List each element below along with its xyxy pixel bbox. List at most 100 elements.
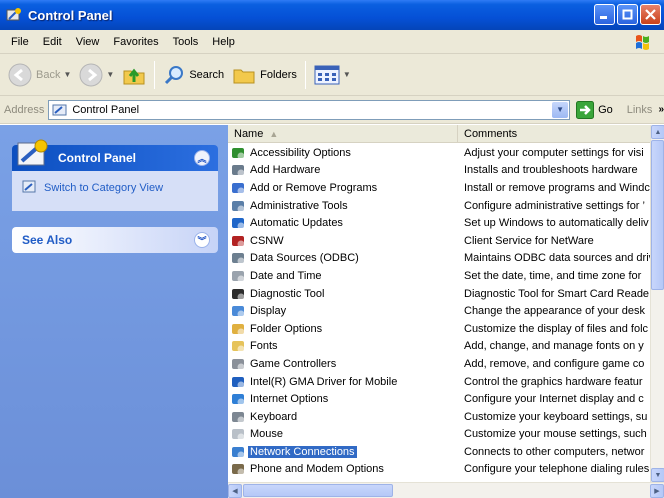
- list-item-comment: Client Service for NetWare: [464, 234, 594, 247]
- network-connections-icon: [232, 446, 245, 459]
- list-item-name-cell[interactable]: Folder Options: [228, 321, 458, 337]
- list-item[interactable]: Folder Options Customize the display of f…: [228, 320, 654, 338]
- vertical-scroll-thumb[interactable]: [651, 140, 664, 290]
- list-item-name-cell[interactable]: Network Connections: [228, 444, 458, 460]
- list-item[interactable]: CSNW Client Service for NetWare: [228, 232, 654, 250]
- list-item[interactable]: Administrative Tools Configure administra…: [228, 197, 654, 215]
- links-more-icon[interactable]: »: [658, 104, 664, 115]
- up-folder-icon: [123, 68, 145, 84]
- scroll-down-icon[interactable]: ▼: [651, 468, 664, 482]
- list-item[interactable]: Data Sources (ODBC) Maintains ODBC data s…: [228, 250, 654, 268]
- column-header-row: Name ▲ Comments: [228, 125, 654, 143]
- vertical-scrollbar[interactable]: ▲ ▼: [650, 125, 664, 482]
- list-item-name-cell[interactable]: Automatic Updates: [228, 215, 458, 231]
- list-item[interactable]: Network Connections Connects to other com…: [228, 443, 654, 461]
- toolbar-separator: [154, 60, 156, 89]
- list-item-name-cell[interactable]: Add Hardware: [228, 162, 458, 178]
- search-button[interactable]: Search: [159, 58, 228, 92]
- list-item-name: Mouse: [250, 428, 284, 441]
- list-item-name-cell[interactable]: Accessibility Options: [228, 145, 458, 161]
- menu-tools[interactable]: Tools: [166, 30, 206, 54]
- list-item-name-cell[interactable]: CSNW: [228, 233, 458, 249]
- list-item[interactable]: Automatic Updates Set up Windows to autom…: [228, 214, 654, 232]
- list-item[interactable]: Display Change the appearance of your des…: [228, 302, 654, 320]
- list-item[interactable]: Date and Time Set the date, time, and tim…: [228, 267, 654, 285]
- menu-help[interactable]: Help: [205, 30, 242, 54]
- search-icon: [165, 65, 184, 84]
- list-item-name-cell[interactable]: Display: [228, 303, 458, 319]
- list-item-name-cell[interactable]: Phone and Modem Options: [228, 461, 458, 477]
- list-item-name: Keyboard: [250, 410, 298, 423]
- list-item[interactable]: Fonts Add, change, and manage fonts on y: [228, 338, 654, 356]
- list-item[interactable]: Add or Remove Programs Install or remove …: [228, 179, 654, 197]
- list-item-name-cell[interactable]: Game Controllers: [228, 356, 458, 372]
- menu-file[interactable]: File: [4, 30, 36, 54]
- list-item[interactable]: Mouse Customize your mouse settings, such: [228, 426, 654, 444]
- menu-favorites[interactable]: Favorites: [106, 30, 165, 54]
- list-item-name-cell[interactable]: Diagnostic Tool: [228, 286, 458, 302]
- close-icon: [645, 9, 656, 20]
- expand-icon[interactable]: ︾: [194, 232, 210, 248]
- list-item[interactable]: Intel(R) GMA Driver for Mobile Control th…: [228, 373, 654, 391]
- forward-button[interactable]: ▼: [75, 58, 118, 92]
- list-item-name-cell[interactable]: Intel(R) GMA Driver for Mobile: [228, 374, 458, 390]
- list-item-name-cell[interactable]: Add or Remove Programs: [228, 180, 458, 196]
- control-panel-large-icon: [17, 139, 48, 166]
- control-panel-task-body: Switch to Category View: [12, 171, 218, 211]
- fonts-icon: [232, 341, 245, 353]
- minimize-button[interactable]: [594, 4, 615, 25]
- links-label[interactable]: Links: [627, 104, 653, 116]
- list-item[interactable]: Accessibility Options Adjust your compute…: [228, 144, 654, 162]
- list-item[interactable]: Phone and Modem Options Configure your te…: [228, 461, 654, 479]
- collapse-icon[interactable]: ︽: [194, 150, 210, 166]
- scroll-right-icon[interactable]: ▶: [650, 484, 664, 498]
- list-item[interactable]: Internet Options Configure your Internet …: [228, 390, 654, 408]
- back-arrow-icon: [8, 63, 32, 86]
- control-panel-task-box: Control Panel ︽ Switch to Category View: [12, 139, 218, 211]
- title-bar[interactable]: Control Panel: [0, 0, 664, 30]
- views-dropdown-icon[interactable]: ▼: [343, 70, 351, 79]
- list-item[interactable]: Diagnostic Tool Diagnostic Tool for Smart…: [228, 285, 654, 303]
- back-button[interactable]: Back ▼: [4, 58, 75, 92]
- list-item[interactable]: Add Hardware Installs and troubleshoots h…: [228, 162, 654, 180]
- folders-icon: [233, 69, 255, 83]
- list-item-name: Internet Options: [250, 393, 329, 406]
- column-header-name[interactable]: Name ▲: [228, 125, 458, 143]
- list-item-name: CSNW: [250, 234, 284, 247]
- switch-to-category-view-link[interactable]: Switch to Category View: [44, 182, 163, 194]
- horizontal-scrollbar[interactable]: ◀ ▶: [228, 482, 664, 498]
- forward-dropdown-icon[interactable]: ▼: [106, 70, 114, 79]
- list-item-name-cell[interactable]: Internet Options: [228, 391, 458, 407]
- list-item-name-cell[interactable]: Administrative Tools: [228, 198, 458, 214]
- control-panel-list: Name ▲ Comments Accessibility Options Adju…: [228, 125, 664, 498]
- list-item-name-cell[interactable]: Mouse: [228, 426, 458, 442]
- horizontal-scroll-thumb[interactable]: [243, 484, 393, 497]
- list-item[interactable]: Keyboard Customize your keyboard settings…: [228, 408, 654, 426]
- column-header-comments-label: Comments: [464, 128, 518, 140]
- list-item-name-cell[interactable]: Date and Time: [228, 268, 458, 284]
- keyboard-icon: [232, 411, 245, 424]
- scroll-up-icon[interactable]: ▲: [651, 125, 664, 139]
- column-header-comments[interactable]: Comments: [458, 125, 654, 143]
- folders-button[interactable]: Folders: [228, 58, 301, 92]
- see-also-header[interactable]: See Also ︾: [12, 227, 218, 253]
- menu-edit[interactable]: Edit: [36, 30, 69, 54]
- list-item-name: Network Connections: [248, 445, 357, 458]
- list-item-name-cell[interactable]: Keyboard: [228, 409, 458, 425]
- list-item-name-cell[interactable]: Data Sources (ODBC): [228, 250, 458, 266]
- close-button[interactable]: [640, 4, 661, 25]
- up-button[interactable]: [118, 58, 150, 92]
- back-dropdown-icon[interactable]: ▼: [63, 70, 71, 79]
- control-panel-icon: [6, 8, 21, 21]
- scroll-left-icon[interactable]: ◀: [228, 484, 242, 498]
- list-item-comment: Customize your mouse settings, such: [464, 428, 647, 441]
- views-button[interactable]: ▼: [310, 58, 355, 92]
- control-panel-task-header[interactable]: Control Panel ︽: [12, 139, 218, 171]
- list-item-name-cell[interactable]: Fonts: [228, 338, 458, 354]
- address-dropdown-icon[interactable]: ▼: [552, 101, 569, 118]
- menu-view[interactable]: View: [69, 30, 107, 54]
- maximize-button[interactable]: [617, 4, 638, 25]
- address-field[interactable]: Control Panel ▼: [48, 99, 571, 120]
- go-button[interactable]: Go: [576, 100, 613, 119]
- list-item[interactable]: Game Controllers Add, remove, and configu…: [228, 355, 654, 373]
